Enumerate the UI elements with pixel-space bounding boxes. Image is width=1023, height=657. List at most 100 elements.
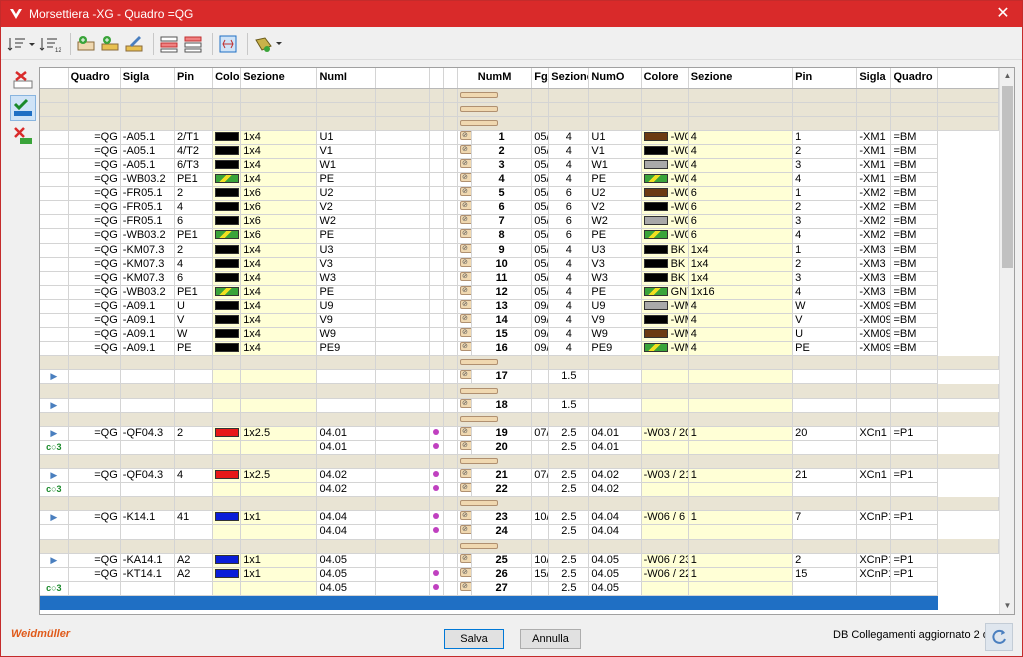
pin-cell[interactable]: 2 [174,243,214,258]
terminal-row[interactable]: =QG-A09.1VBK1x4V91409/2E4V9-WM09 / BK4V-… [40,313,999,329]
jumper-slot[interactable] [375,468,430,484]
sigla-out-cell[interactable] [856,398,892,413]
sezione-out-cell[interactable] [688,440,794,455]
jumper-slot[interactable] [375,299,430,315]
jumper-slot[interactable] [429,186,444,202]
jumper-slot[interactable] [443,369,458,385]
colore-out-cell[interactable]: BK [641,243,689,258]
jumper-slot[interactable] [443,567,458,582]
terminal-row[interactable]: =QG-FR05.12BK1x6U2505/4E6U2-W02 / BN61-X… [40,186,999,202]
colore-out-cell[interactable]: -W03 / 20 [641,426,689,441]
jumper-slot[interactable] [429,214,444,230]
column-header[interactable] [375,68,430,89]
sezione-out-cell[interactable] [688,524,794,540]
colore-cell[interactable]: RD [212,426,242,441]
sezione-cell[interactable]: 4 [548,313,590,329]
pin-cell[interactable]: 2 [174,186,214,202]
sezione-out-cell[interactable]: 6 [688,214,794,230]
sigla-cell[interactable]: -FR05.1 [120,200,175,216]
numi-cell[interactable]: PE [316,228,376,244]
numm-cell[interactable]: 2 [471,144,533,159]
sezione-cell[interactable]: 2.5 [548,482,590,498]
numm-cell[interactable]: 13 [471,299,533,315]
sezione-cell[interactable]: 2.5 [548,524,590,540]
jumper-slot[interactable] [375,482,430,498]
pin-out-cell[interactable] [792,440,858,455]
sort-asc-icon[interactable] [7,32,35,56]
numo-cell[interactable]: W3 [588,271,642,286]
sigla-out-cell[interactable]: -XM3 [856,271,892,286]
numm-cell[interactable]: 26 [471,567,533,582]
pin-cell[interactable]: 4/T2 [174,144,214,159]
pin-cell[interactable]: 2/T1 [174,130,214,145]
column-header[interactable]: Quadro [68,68,121,89]
sezione-cell[interactable] [240,440,318,455]
quadro-out-cell[interactable]: =P1 [890,510,938,526]
sezione-cell[interactable]: 1x4 [240,285,318,300]
pin-out-cell[interactable]: W [792,299,858,315]
fgcat-cell[interactable]: 09/2F [531,299,550,315]
sezione-cell[interactable]: 1x6 [240,214,318,230]
quadro-out-cell[interactable] [890,524,938,540]
quadro-out-cell[interactable]: =BM [890,200,938,216]
jumper-slot[interactable] [375,158,430,174]
scroll-thumb[interactable] [1002,86,1013,268]
column-header[interactable] [443,68,458,89]
colore-out-cell[interactable]: -W03 / 21 [641,468,689,484]
terminal-row[interactable]: c○304.05272.504.05 [40,581,999,596]
sezione-cell[interactable]: 2.5 [548,426,590,441]
colore-cell[interactable]: BK [212,243,242,258]
colore-cell[interactable]: GNYE [212,228,242,244]
jumper-slot[interactable] [375,341,430,357]
terminal-row[interactable]: ▶ 18 1.5 [40,398,999,413]
sigla-out-cell[interactable]: XCnP1/b-c [856,510,892,526]
terminal-row[interactable]: =QG-KT14.1A2BU1x104.052615/1E2.504.05-W0… [40,567,999,582]
numi-cell[interactable]: V3 [316,257,376,272]
colore-out-cell[interactable] [641,482,689,498]
colore-out-cell[interactable]: -W02 / BN [641,186,689,202]
sigla-cell[interactable] [120,524,175,540]
quadro-out-cell[interactable]: =BM [890,158,938,174]
sezione-out-cell[interactable] [688,581,794,596]
column-header[interactable]: NumM [457,68,533,89]
jumper-slot[interactable] [443,243,458,258]
jumper-slot[interactable] [443,553,458,568]
pin-out-cell[interactable] [792,581,858,596]
sigla-cell[interactable]: -FR05.1 [120,214,175,230]
numo-cell[interactable]: W9 [588,327,642,343]
scroll-up-icon[interactable]: ▲ [1000,68,1014,84]
jumper-slot[interactable] [429,369,444,385]
jumper-slot[interactable] [443,130,458,145]
jumper-slot[interactable] [443,144,458,159]
add-terminal-icon[interactable] [76,32,96,56]
jumper-slot[interactable] [443,257,458,272]
expand-row-icon[interactable]: ▶ [50,555,57,565]
sezione-cell[interactable] [240,398,318,413]
jumper-slot[interactable] [429,313,444,329]
colore-out-cell[interactable]: BK [641,271,689,286]
add-jumper-icon[interactable] [100,32,120,56]
sezione-out-cell[interactable]: 4 [688,172,794,188]
refresh-icon[interactable] [985,623,1013,651]
sigla-out-cell[interactable] [856,524,892,540]
colore-out-cell[interactable] [641,398,689,413]
colore-cell[interactable]: BU [212,553,242,568]
jumper-slot[interactable] [429,144,444,159]
pin-cell[interactable]: 4 [174,257,214,272]
sigla-cell[interactable]: -KT14.1 [120,567,175,582]
jumper-slot[interactable] [443,510,458,526]
jumper-slot[interactable] [375,144,430,159]
colore-out-cell[interactable]: -WM09 / GNYE [641,341,689,357]
sezione-cell[interactable]: 1x4 [240,257,318,272]
pin-out-cell[interactable]: V [792,313,858,329]
jumper-slot[interactable] [375,524,430,540]
column-header[interactable] [429,68,444,89]
colore-cell[interactable]: BK [212,144,242,159]
spacer-row[interactable] [40,454,999,470]
jumper-slot[interactable] [375,369,430,385]
jumper-slot[interactable] [443,299,458,315]
numi-cell[interactable]: 04.01 [316,440,376,455]
sezione-cell[interactable]: 6 [548,186,590,202]
sezione-cell[interactable]: 1x6 [240,200,318,216]
numo-cell[interactable]: U1 [588,130,642,145]
